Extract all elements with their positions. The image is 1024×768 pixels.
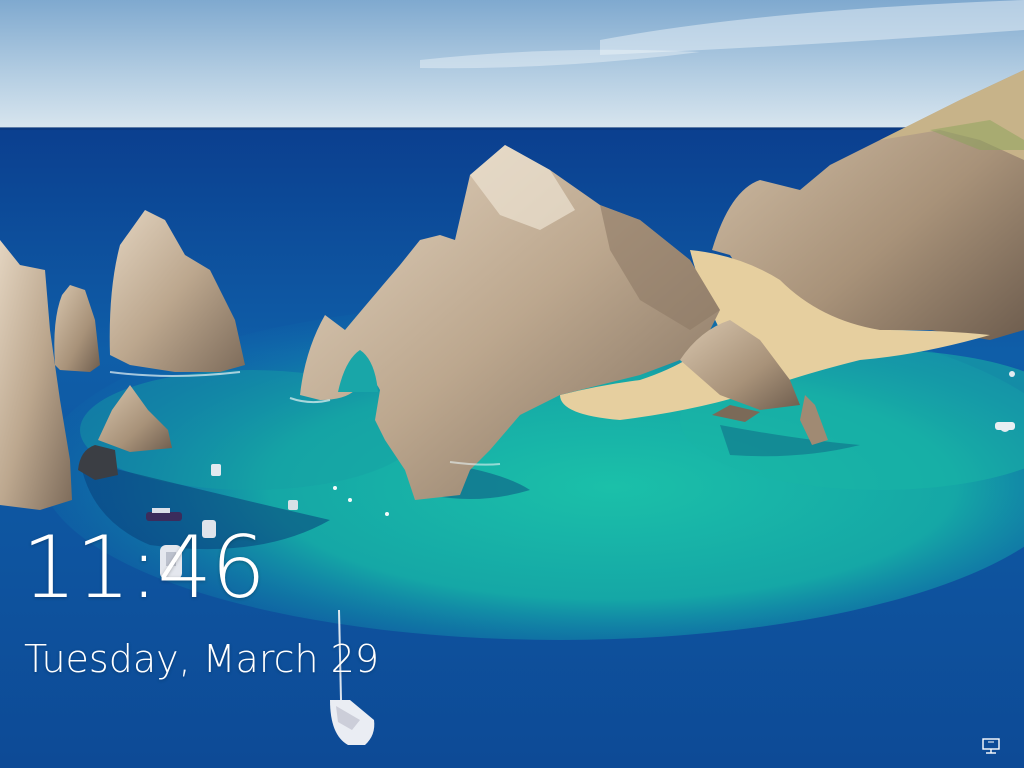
network-ethernet-icon[interactable] [980, 736, 1002, 756]
lock-screen-time: 11:46 [22, 518, 266, 618]
lock-screen-date: Tuesday, March 29 [24, 637, 380, 681]
lock-screen[interactable]: 11:46 Tuesday, March 29 [0, 0, 1024, 768]
